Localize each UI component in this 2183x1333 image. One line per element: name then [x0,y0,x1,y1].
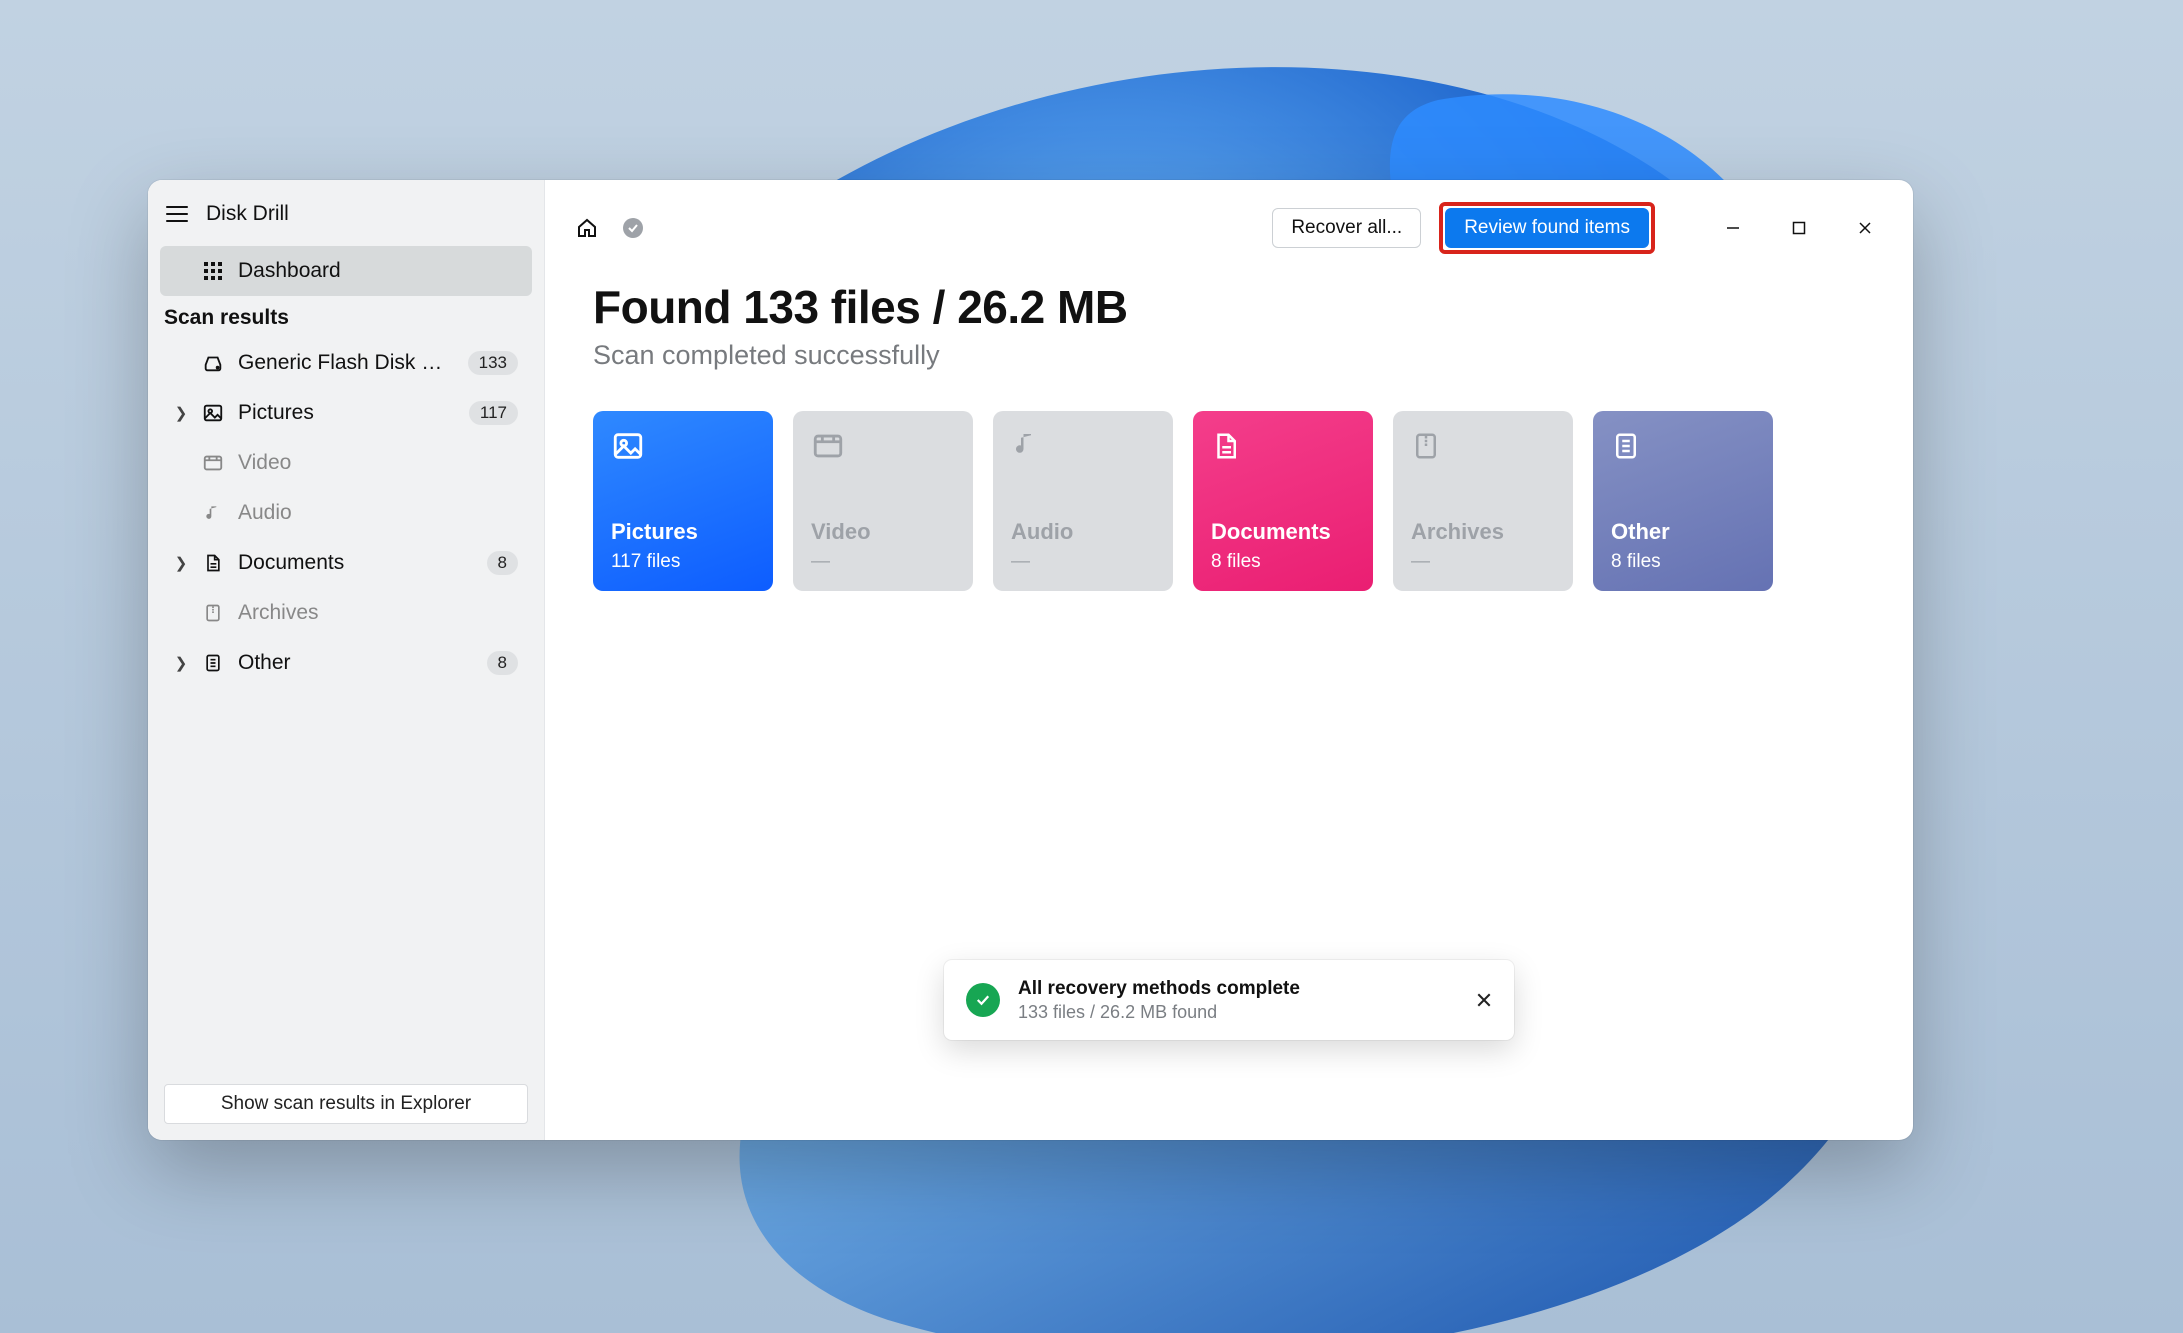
archive-icon [202,602,224,624]
sidebar-item-label: Archives [238,601,518,625]
sidebar-item-label: Generic Flash Disk USB... [238,351,454,375]
card-other[interactable]: Other 8 files [1593,411,1773,591]
chevron-right-icon: ❯ [174,404,188,422]
toast-title: All recovery methods complete [1018,978,1458,1000]
audio-icon [1011,429,1043,461]
minimize-button[interactable] [1709,210,1757,246]
card-name: Archives [1411,519,1555,545]
card-name: Documents [1211,519,1355,545]
toast-sub: 133 files / 26.2 MB found [1018,1002,1458,1023]
scan-status-icon[interactable] [619,214,647,242]
result-headline: Found 133 files / 26.2 MB [593,280,1865,334]
maximize-button[interactable] [1775,210,1823,246]
sidebar-item-archives[interactable]: Archives [160,588,532,638]
card-audio[interactable]: Audio — [993,411,1173,591]
card-sub: 117 files [611,551,755,573]
grid-icon [202,261,224,281]
home-icon[interactable] [573,214,601,242]
result-subhead: Scan completed successfully [593,340,1865,371]
close-button[interactable] [1841,210,1889,246]
sidebar-item-dashboard[interactable]: Dashboard [160,246,532,296]
sidebar-dashboard-label: Dashboard [238,259,518,283]
card-sub: — [1011,551,1155,573]
chevron-right-icon: ❯ [174,654,188,672]
sidebar-item-badge: 117 [469,401,518,425]
annotation-highlight: Review found items [1439,202,1655,254]
sidebar-item-label: Other [238,651,473,675]
sidebar-item-audio[interactable]: Audio [160,488,532,538]
sidebar-item-badge: 8 [487,551,518,575]
video-icon [811,429,843,461]
audio-icon [202,503,224,523]
card-name: Audio [1011,519,1155,545]
sidebar-footer: Show scan results in Explorer [148,1068,544,1140]
sidebar-item-label: Pictures [238,401,455,425]
topbar: Recover all... Review found items [545,180,1913,254]
card-archives[interactable]: Archives — [1393,411,1573,591]
card-name: Other [1611,519,1755,545]
sidebar-item-pictures[interactable]: ❯ Pictures 117 [160,388,532,438]
other-icon [202,652,224,674]
sidebar-item-other[interactable]: ❯ Other 8 [160,638,532,688]
document-icon [1211,429,1243,461]
completion-toast: All recovery methods complete 133 files … [944,960,1514,1040]
category-cards: Pictures 117 files Video — Audio — [593,411,1865,591]
picture-icon [611,429,643,461]
disk-icon [202,352,224,374]
check-icon [966,983,1000,1017]
chevron-right-icon: ❯ [174,554,188,572]
card-name: Video [811,519,955,545]
card-name: Pictures [611,519,755,545]
other-icon [1611,429,1643,461]
app-window: Disk Drill Dashboard Scan results Generi… [148,180,1913,1140]
sidebar-item-documents[interactable]: ❯ Documents 8 [160,538,532,588]
content: Found 133 files / 26.2 MB Scan completed… [545,254,1913,591]
card-video[interactable]: Video — [793,411,973,591]
sidebar-item-video[interactable]: Video [160,438,532,488]
recover-all-button[interactable]: Recover all... [1272,208,1421,248]
picture-icon [202,402,224,424]
sidebar: Disk Drill Dashboard Scan results Generi… [148,180,545,1140]
sidebar-item-badge: 8 [487,651,518,675]
main-pane: Recover all... Review found items Found … [545,180,1913,1140]
card-sub: — [1411,551,1555,573]
sidebar-section-heading: Scan results [148,296,544,338]
app-title: Disk Drill [206,202,289,226]
sidebar-item-badge: 133 [468,351,518,375]
card-sub: — [811,551,955,573]
sidebar-item-label: Video [238,451,518,475]
toast-close-button[interactable] [1476,992,1492,1008]
card-pictures[interactable]: Pictures 117 files [593,411,773,591]
review-found-items-button[interactable]: Review found items [1445,208,1649,248]
archive-icon [1411,429,1443,461]
sidebar-item-label: Audio [238,501,518,525]
sidebar-item-label: Documents [238,551,473,575]
card-sub: 8 files [1611,551,1755,573]
sidebar-header: Disk Drill [148,180,544,246]
card-documents[interactable]: Documents 8 files [1193,411,1373,591]
document-icon [202,552,224,574]
hamburger-icon[interactable] [166,206,188,222]
sidebar-item-disk[interactable]: Generic Flash Disk USB... 133 [160,338,532,388]
card-sub: 8 files [1211,551,1355,573]
video-icon [202,452,224,474]
show-in-explorer-button[interactable]: Show scan results in Explorer [164,1084,528,1124]
